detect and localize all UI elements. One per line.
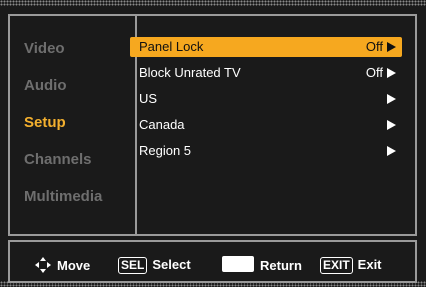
menu-item-label: Canada [139, 117, 185, 132]
sidebar-item-multimedia[interactable]: Multimedia [24, 188, 102, 205]
footer-return: Return [222, 256, 302, 274]
menu-item-label: US [139, 91, 158, 106]
arrow-right-icon [387, 68, 396, 78]
arrow-right-icon [387, 146, 396, 156]
footer-select: SEL Select [118, 256, 191, 274]
menu-item-label: Panel Lock [139, 39, 204, 54]
menu-item-block-unrated-tv[interactable]: Block Unrated TV Off [130, 63, 402, 83]
dpad-arrows-icon [35, 257, 51, 273]
footer-move-label: Move [57, 258, 91, 273]
menu-item-region-5[interactable]: Region 5 [130, 141, 402, 161]
sidebar-item-audio[interactable]: Audio [24, 77, 67, 94]
arrow-right-icon [387, 42, 396, 52]
tv-osd-screen: Video Audio Setup Channels Multimedia Pa… [0, 0, 426, 287]
top-dot-border [0, 0, 426, 6]
exit-key-icon: EXIT [320, 257, 353, 274]
arrow-right-icon [387, 94, 396, 104]
sidebar-item-video[interactable]: Video [24, 40, 65, 57]
sidebar-item-setup[interactable]: Setup [24, 114, 66, 131]
menu-item-canada[interactable]: Canada [130, 115, 402, 135]
menu-item-label: Block Unrated TV [139, 65, 241, 80]
sel-key-icon: SEL [118, 257, 148, 274]
footer-move: Move [34, 256, 90, 274]
menu-item-us[interactable]: US [130, 89, 402, 109]
sidebar-item-channels[interactable]: Channels [24, 151, 92, 168]
menu-item-value: Off [365, 65, 383, 80]
menu-item-label: Region 5 [139, 143, 192, 158]
arrow-right-icon [387, 120, 396, 130]
footer-select-label: Select [152, 257, 191, 272]
menu-item-value: Off [365, 39, 383, 54]
footer-exit-label: Exit [357, 257, 382, 272]
footer-return-label: Return [260, 258, 302, 273]
return-key-icon [222, 256, 254, 272]
menu-item-panel-lock[interactable]: Panel Lock Off [130, 37, 402, 57]
footer-exit: EXIT Exit [320, 256, 382, 274]
